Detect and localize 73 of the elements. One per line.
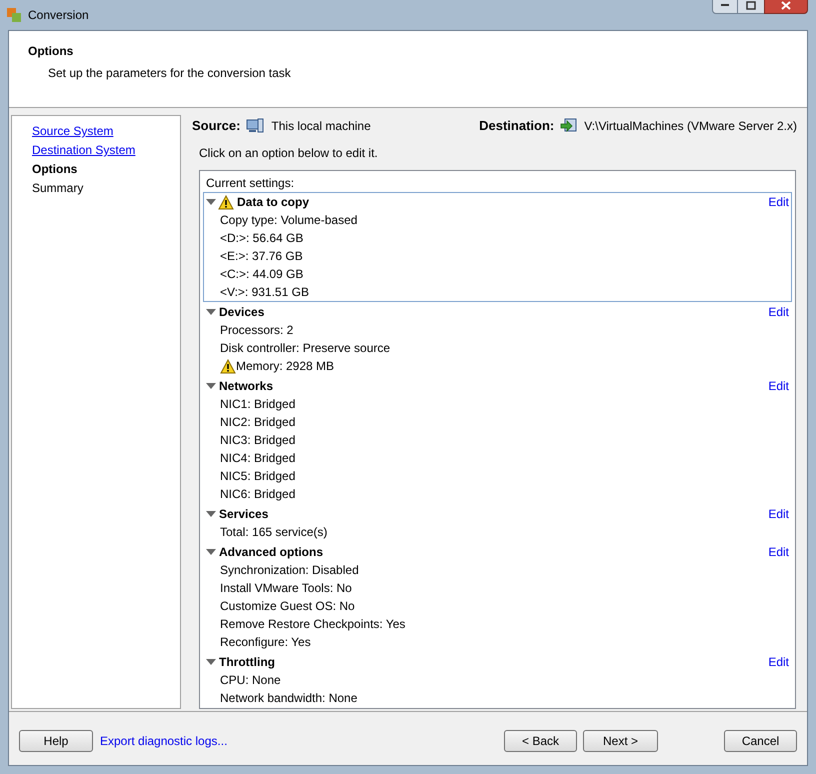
header-title: Options [28, 43, 74, 60]
source-label: Source: [192, 117, 240, 136]
setting-text: NIC2: Bridged [220, 414, 296, 431]
setting-text: NIC4: Bridged [220, 450, 296, 467]
app-icon [6, 7, 22, 23]
setting-text: NIC6: Bridged [220, 486, 296, 503]
window-title: Conversion [28, 7, 89, 24]
setting-text: Memory: 2928 MB [236, 358, 334, 375]
caret-icon[interactable] [206, 510, 216, 518]
maximize-button[interactable] [738, 0, 764, 14]
sidebar-item[interactable]: Options [32, 160, 180, 178]
edit-link[interactable]: Edit [768, 543, 789, 561]
button[interactable]: Help [19, 730, 93, 752]
source-value: This local machine [271, 118, 371, 135]
setting-text: NIC3: Bridged [220, 432, 296, 449]
setting-text: Total: 165 service(s) [220, 524, 328, 541]
setting-text: <E:>: 37.76 GB [220, 248, 303, 265]
minimize-icon [720, 3, 730, 7]
section-title: Data to copy [237, 194, 310, 211]
edit-link[interactable]: Edit [768, 193, 789, 211]
minimize-button[interactable] [712, 0, 738, 14]
caret-icon[interactable] [206, 658, 216, 666]
settings-section[interactable]: Data to copy Edit Copy type: Volume-based <D:>: 56.64 GB <E:>: 37.76 GB <C:>: 44.09 GB <V:>: 931.51 GB [203, 192, 792, 302]
section-title: Advanced options [219, 544, 324, 561]
section-title: Services [219, 506, 268, 523]
destination-label: Destination: [479, 117, 554, 136]
section-title: Devices [219, 304, 264, 321]
setting-text: <C:>: 44.09 GB [220, 266, 304, 283]
setting-text: Disk controller: Preserve source [220, 340, 390, 357]
close-icon [781, 0, 791, 10]
button[interactable]: Cancel [724, 730, 797, 752]
settings-section[interactable]: Advanced options Edit Synchronization: Disabled Install VMware Tools: No Customize Guest OS: No Remove Restore Checkpoints: Yes Reconfigure: Yes [203, 542, 792, 652]
sidebar-link[interactable]: Destination System [32, 141, 180, 159]
setting-text: CPU: None [220, 672, 281, 689]
setting-text: NIC5: Bridged [220, 468, 296, 485]
maximize-icon [746, 0, 756, 10]
setting-text: Processors: 2 [220, 322, 294, 339]
setting-text: Install VMware Tools: No [220, 580, 352, 597]
setting-text: Customize Guest OS: No [220, 598, 355, 615]
edit-link[interactable]: Edit [768, 377, 789, 395]
section-title: Throttling [219, 654, 275, 671]
button[interactable]: < Back [504, 730, 577, 752]
setting-text: Reconfigure: Yes [220, 634, 311, 651]
caret-icon[interactable] [206, 198, 216, 206]
section-title: Networks [219, 378, 274, 395]
arrow-into-computer-icon [560, 118, 578, 134]
sidebar-item[interactable]: Summary [32, 179, 180, 197]
close-button[interactable] [764, 0, 808, 14]
export-logs-link[interactable]: Export diagnostic logs... [100, 732, 228, 750]
computer-icon [246, 118, 264, 134]
edit-link[interactable]: Edit [768, 653, 789, 671]
setting-text: Copy type: Volume-based [220, 212, 358, 229]
sidebar-link[interactable]: Source System [32, 122, 180, 140]
setting-text: NIC1: Bridged [220, 396, 296, 413]
caret-icon[interactable] [206, 548, 216, 556]
settings-section[interactable]: Devices Edit Processors: 2 Disk controller: Preserve source Memory: 2928 MB [203, 302, 792, 376]
setting-text: Remove Restore Checkpoints: Yes [220, 616, 406, 633]
header-subtitle: Set up the parameters for the conversion task [48, 65, 292, 82]
destination-value: V:\VirtualMachines (VMware Server 2.x) [584, 118, 797, 135]
setting-text: Synchronization: Disabled [220, 562, 359, 579]
settings-title: Current settings: [206, 175, 296, 192]
setting-text: Network bandwidth: None [220, 690, 358, 707]
caret-icon[interactable] [206, 382, 216, 390]
setting-text: <V:>: 931.51 GB [220, 284, 309, 301]
caret-icon[interactable] [206, 308, 216, 316]
edit-link[interactable]: Edit [768, 303, 789, 321]
setting-text: <D:>: 56.64 GB [220, 230, 304, 247]
settings-section[interactable]: Throttling Edit CPU: None Network bandwidth: None [203, 652, 792, 708]
instruction-text: Click on an option below to edit it. [199, 145, 379, 162]
edit-link[interactable]: Edit [768, 505, 789, 523]
settings-section[interactable]: Services Edit Total: 165 service(s) [203, 504, 792, 542]
settings-section[interactable]: Networks Edit NIC1: Bridged NIC2: Bridged NIC3: Bridged NIC4: Bridged NIC5: Bridged NIC6: Bridged [203, 376, 792, 504]
button[interactable]: Next > [583, 730, 658, 752]
